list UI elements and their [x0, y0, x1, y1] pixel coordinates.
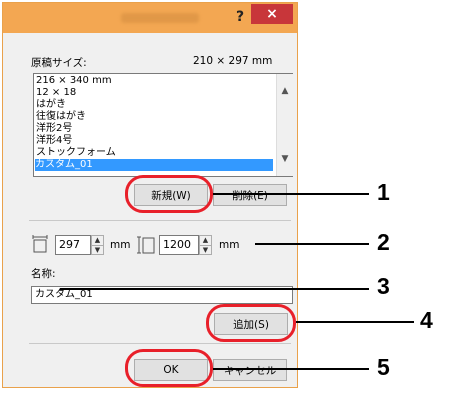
scroll-up-icon[interactable]: ▲ [277, 86, 293, 96]
paper-size-list[interactable]: 216 × 340 mm 12 × 18 はがき 往復はがき 洋形2号 洋形4号… [33, 73, 293, 177]
width-icon [31, 235, 49, 253]
height-unit-label: mm [219, 239, 240, 251]
help-button[interactable]: ? [228, 5, 252, 29]
spin-down-icon[interactable]: ▼ [200, 245, 211, 255]
name-label: 名称: [31, 268, 56, 280]
callout-number-2: 2 [377, 229, 390, 255]
callout-number-1: 1 [377, 179, 390, 205]
spin-up-icon[interactable]: ▲ [200, 236, 211, 245]
callout-number-3: 3 [377, 273, 390, 299]
callout-number-5: 5 [377, 354, 390, 380]
width-input[interactable]: 297 [55, 235, 91, 255]
spin-up-icon[interactable]: ▲ [92, 236, 103, 245]
list-item[interactable]: 往復はがき [36, 111, 86, 123]
leader-line-3 [60, 288, 369, 290]
leader-line-2 [255, 243, 369, 245]
separator [29, 343, 291, 344]
width-unit-label: mm [110, 239, 131, 251]
callout-ring-add [206, 304, 296, 342]
list-item[interactable]: 洋形2号 [36, 123, 72, 135]
paper-size-current-value: 210 × 297 mm [193, 55, 273, 67]
spin-down-icon[interactable]: ▼ [92, 245, 103, 255]
close-button[interactable]: × [251, 4, 293, 24]
height-input[interactable]: 1200 [159, 235, 199, 255]
cancel-button[interactable]: キャンセル [213, 359, 287, 381]
list-item[interactable]: 12 × 18 [36, 87, 76, 99]
callout-ring-ok [125, 349, 213, 387]
list-item-selected[interactable]: カスタム_01 [35, 159, 273, 171]
list-item[interactable]: 216 × 340 mm [36, 75, 112, 87]
list-item[interactable]: 洋形4号 [36, 135, 72, 147]
width-spinner[interactable]: ▲ ▼ [91, 235, 104, 255]
height-spinner[interactable]: ▲ ▼ [199, 235, 212, 255]
callout-number-4: 4 [420, 307, 433, 333]
height-icon [137, 235, 155, 255]
list-item[interactable]: はがき [36, 99, 66, 111]
list-scrollbar[interactable]: ▲ ▼ [276, 74, 293, 176]
leader-line-4 [296, 321, 414, 323]
leader-line-1 [213, 193, 369, 195]
dialog-title-blurred [121, 13, 199, 23]
list-item[interactable]: ストックフォーム [36, 147, 116, 159]
separator [29, 220, 291, 221]
delete-button[interactable]: 削除(E) [213, 184, 287, 206]
paper-size-label: 原稿サイズ: [31, 57, 87, 69]
callout-ring-new [125, 175, 213, 213]
leader-line-5 [213, 368, 369, 370]
scroll-down-icon[interactable]: ▼ [277, 154, 293, 164]
